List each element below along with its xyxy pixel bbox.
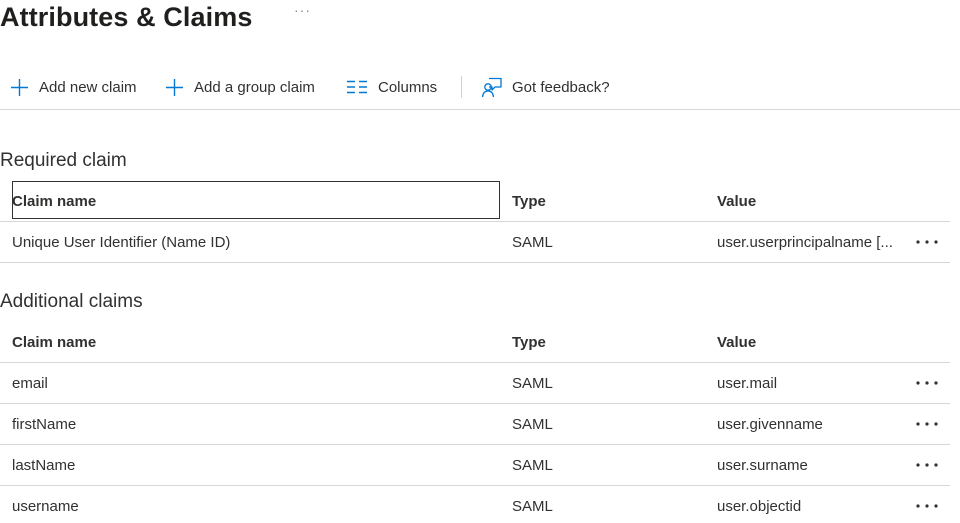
claim-value-cell: user.givenname xyxy=(717,415,823,433)
toolbar-divider xyxy=(461,76,462,98)
column-header-claim-name[interactable]: Claim name xyxy=(12,181,492,221)
more-icon[interactable] xyxy=(914,486,940,523)
page-header: Attributes & Claims xyxy=(0,0,252,34)
claim-type-cell: SAML xyxy=(512,233,553,251)
table-row[interactable]: username SAML user.objectid xyxy=(0,486,950,523)
claim-type-cell: SAML xyxy=(512,456,553,474)
add-group-claim-label: Add a group claim xyxy=(194,78,315,96)
claim-type-cell: SAML xyxy=(512,497,553,515)
claim-name-cell: email xyxy=(12,374,48,392)
table-row[interactable]: firstName SAML user.givenname xyxy=(0,404,950,445)
plus-icon xyxy=(165,78,184,97)
claim-type-cell: SAML xyxy=(512,415,553,433)
add-new-claim-label: Add new claim xyxy=(39,78,137,96)
column-header-claim-name[interactable]: Claim name xyxy=(12,322,492,362)
page-title: Attributes & Claims xyxy=(0,2,253,32)
claim-type-cell: SAML xyxy=(512,374,553,392)
columns-button[interactable]: Columns xyxy=(347,74,437,100)
table-header-row: Claim name Type Value xyxy=(0,181,950,222)
claim-value-cell: user.surname xyxy=(717,456,808,474)
table-row[interactable]: Unique User Identifier (Name ID) SAML us… xyxy=(0,222,950,263)
more-icon[interactable] xyxy=(914,222,940,262)
claim-name-cell: username xyxy=(12,497,79,515)
claim-value-cell: user.mail xyxy=(717,374,778,392)
required-claim-heading: Required claim xyxy=(0,150,127,171)
more-icon[interactable] xyxy=(914,445,940,485)
feedback-icon xyxy=(481,77,502,98)
column-header-value[interactable]: Value xyxy=(717,181,907,221)
add-new-claim-button[interactable]: Add new claim xyxy=(10,74,137,100)
claim-name-cell: lastName xyxy=(12,456,76,474)
claim-value-cell: user.userprincipalname [... xyxy=(717,233,893,251)
columns-label: Columns xyxy=(378,78,438,96)
plus-icon xyxy=(10,78,29,97)
column-header-value[interactable]: Value xyxy=(717,322,907,362)
page-more-icon[interactable]: ··· xyxy=(294,2,311,18)
table-row[interactable]: lastName SAML user.surname xyxy=(0,445,950,486)
table-header-row: Claim name Type Value xyxy=(0,322,950,363)
column-header-type[interactable]: Type xyxy=(512,181,692,221)
claim-name-cell: firstName xyxy=(12,415,77,433)
additional-claims-heading: Additional claims xyxy=(0,291,143,312)
column-header-type[interactable]: Type xyxy=(512,322,692,362)
more-icon[interactable] xyxy=(914,404,940,444)
feedback-button[interactable]: Got feedback? xyxy=(481,74,610,100)
claim-value-cell: user.objectid xyxy=(717,497,802,515)
table-row[interactable]: email SAML user.mail xyxy=(0,363,950,404)
feedback-label: Got feedback? xyxy=(512,78,610,96)
additional-claims-table: Claim name Type Value email SAML user.ma… xyxy=(0,322,950,523)
columns-icon xyxy=(347,80,368,94)
claim-name-cell: Unique User Identifier (Name ID) xyxy=(12,233,231,251)
required-claim-table: Claim name Type Value Unique User Identi… xyxy=(0,181,950,263)
more-icon[interactable] xyxy=(914,363,940,403)
command-bar: Add new claim Add a group claim Columns … xyxy=(0,66,960,110)
add-group-claim-button[interactable]: Add a group claim xyxy=(165,74,315,100)
